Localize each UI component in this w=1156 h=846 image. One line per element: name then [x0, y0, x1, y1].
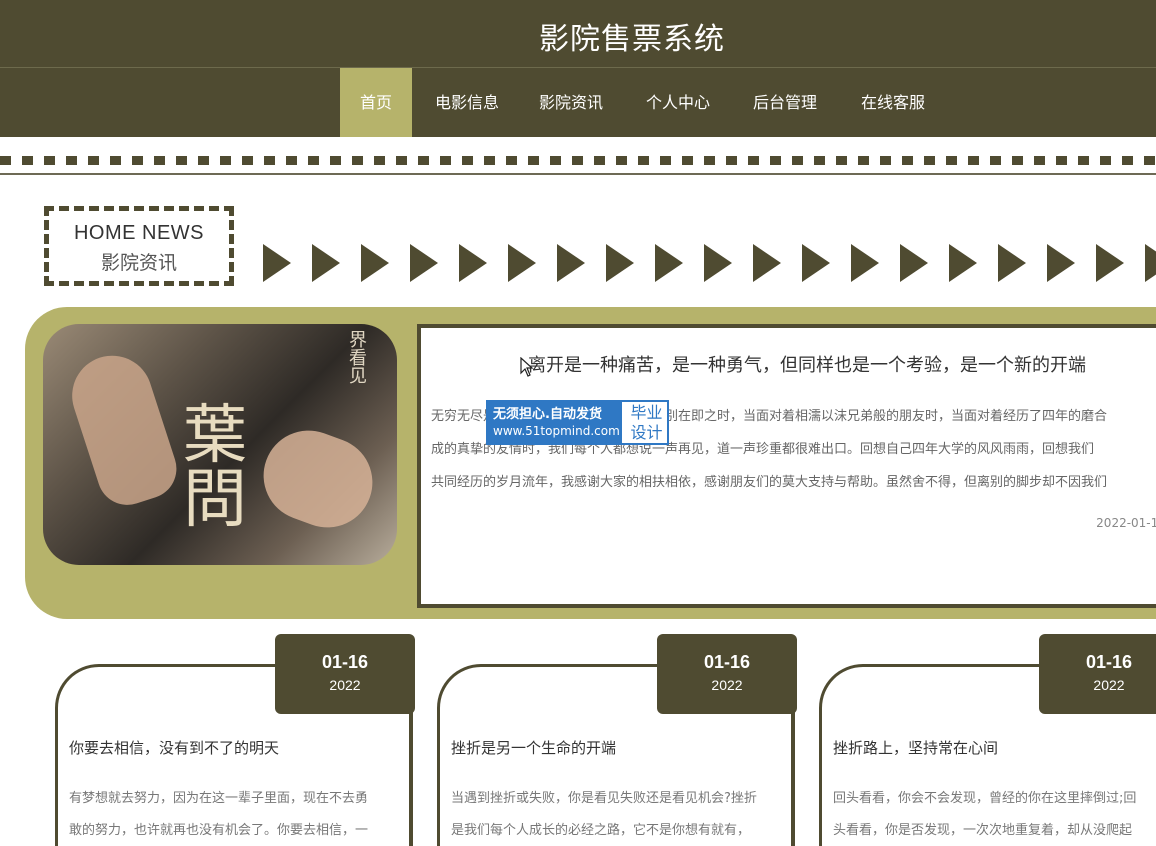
- play-arrow-icon: [900, 244, 928, 282]
- watermark-left: 无须担心.自动发货 www.51topmind.com: [488, 402, 622, 443]
- site-header: 影院售票系统: [0, 0, 1156, 68]
- film-strip-divider: [0, 156, 1156, 165]
- divider-line: [0, 173, 1156, 175]
- excerpt-line: 敢的努力，也许就再也没有机会了。你要去相信，一: [69, 823, 369, 838]
- news-card-title[interactable]: 挫折路上，坚持常在心间: [833, 737, 998, 758]
- play-arrow-icon: [459, 244, 487, 282]
- play-arrow-icon: [361, 244, 389, 282]
- news-card-excerpt: 当遇到挫折或失败，你是看见失败还是看见机会?挫折 是我们每个人成长的必经之路，它…: [451, 783, 781, 846]
- date-month-day: 01-16: [703, 652, 751, 672]
- date-year: 2022: [1093, 677, 1125, 693]
- play-arrow-icon: [508, 244, 536, 282]
- play-arrow-icon: [410, 244, 438, 282]
- play-arrow-icon: [1096, 244, 1124, 282]
- section-title-box: HOME NEWS 影院资讯: [44, 206, 234, 286]
- play-arrow-icon: [949, 244, 977, 282]
- section-title-en: HOME NEWS: [73, 222, 205, 244]
- news-card-date-badge: 01-16 2022: [275, 634, 415, 714]
- excerpt-line: 回头看看，你会不会发现，曾经的你在这里摔倒过;回: [833, 791, 1137, 806]
- featured-news-date: 2022-01-16 21: [1096, 516, 1156, 530]
- play-arrow-icon: [557, 244, 585, 282]
- play-arrow-icon: [851, 244, 879, 282]
- featured-news-image[interactable]: 葉問 界看见: [43, 324, 397, 565]
- news-card-date-badge: 01-16 2022: [657, 634, 797, 714]
- nav-item-movies[interactable]: 电影信息: [425, 68, 509, 137]
- play-arrow-icon: [998, 244, 1026, 282]
- excerpt-line: 有梦想就去努力，因为在这一辈子里面，现在不去勇: [69, 791, 369, 806]
- play-arrow-icon: [1145, 244, 1156, 282]
- site-title: 影院售票系统: [539, 22, 725, 57]
- watermark-line2: www.51topmind.com: [493, 424, 620, 438]
- nav-item-cinema-news[interactable]: 影院资讯: [529, 68, 613, 137]
- nav-item-admin[interactable]: 后台管理: [743, 68, 827, 137]
- mouse-cursor-icon: [520, 357, 534, 377]
- news-card-title[interactable]: 挫折是另一个生命的开端: [451, 737, 616, 758]
- date-year: 2022: [329, 677, 361, 693]
- poster-side-text: 界看见: [346, 330, 367, 384]
- excerpt-line: 是我们每个人成长的必经之路，它不是你想有就有，: [451, 823, 751, 838]
- nav-item-home[interactable]: 首页: [340, 68, 412, 137]
- play-arrow-icon: [312, 244, 340, 282]
- excerpt-line: 共同经历的岁月流年，我感谢大家的相扶相依，感谢朋友们的莫大支持与帮助。虽然舍不得…: [431, 475, 1108, 490]
- play-arrow-icon: [606, 244, 634, 282]
- poster-hand-shape: [61, 345, 185, 513]
- excerpt-line: 当遇到挫折或失败，你是看见失败还是看见机会?挫折: [451, 791, 757, 806]
- watermark-badge: 无须担心.自动发货 www.51topmind.com 毕业设计: [486, 400, 669, 445]
- nav-item-support[interactable]: 在线客服: [851, 68, 935, 137]
- excerpt-line: 头看看，你是否发现，一次次地重复着，却从没爬起: [833, 823, 1133, 838]
- play-arrow-icon: [704, 244, 732, 282]
- news-card-title[interactable]: 你要去相信，没有到不了的明天: [69, 737, 279, 758]
- date-month-day: 01-16: [321, 652, 369, 672]
- poster-calligraphy: 葉問: [183, 399, 247, 537]
- date-month-day: 01-16: [1085, 652, 1133, 672]
- main-nav: 首页 电影信息 影院资讯 个人中心 后台管理 在线客服: [0, 68, 1156, 137]
- play-arrow-icon: [802, 244, 830, 282]
- nav-item-profile[interactable]: 个人中心: [636, 68, 720, 137]
- watermark-line1: 无须担心.自动发货: [493, 407, 602, 422]
- play-arrow-icon: [753, 244, 781, 282]
- news-card-date-badge: 01-16 2022: [1039, 634, 1156, 714]
- news-card-excerpt: 有梦想就去努力，因为在这一辈子里面，现在不去勇 敢的努力，也许就再也没有机会了。…: [69, 783, 399, 846]
- play-arrow-icon: [1047, 244, 1075, 282]
- watermark-right: 毕业设计: [630, 403, 663, 442]
- poster-hand-shape: [250, 417, 386, 541]
- play-arrow-icon: [263, 244, 291, 282]
- news-card-excerpt: 回头看看，你会不会发现，曾经的你在这里摔倒过;回 头看看，你是否发现，一次次地重…: [833, 783, 1156, 846]
- section-title-cn: 影院资讯: [100, 252, 177, 274]
- date-year: 2022: [711, 677, 743, 693]
- play-arrow-icon: [655, 244, 683, 282]
